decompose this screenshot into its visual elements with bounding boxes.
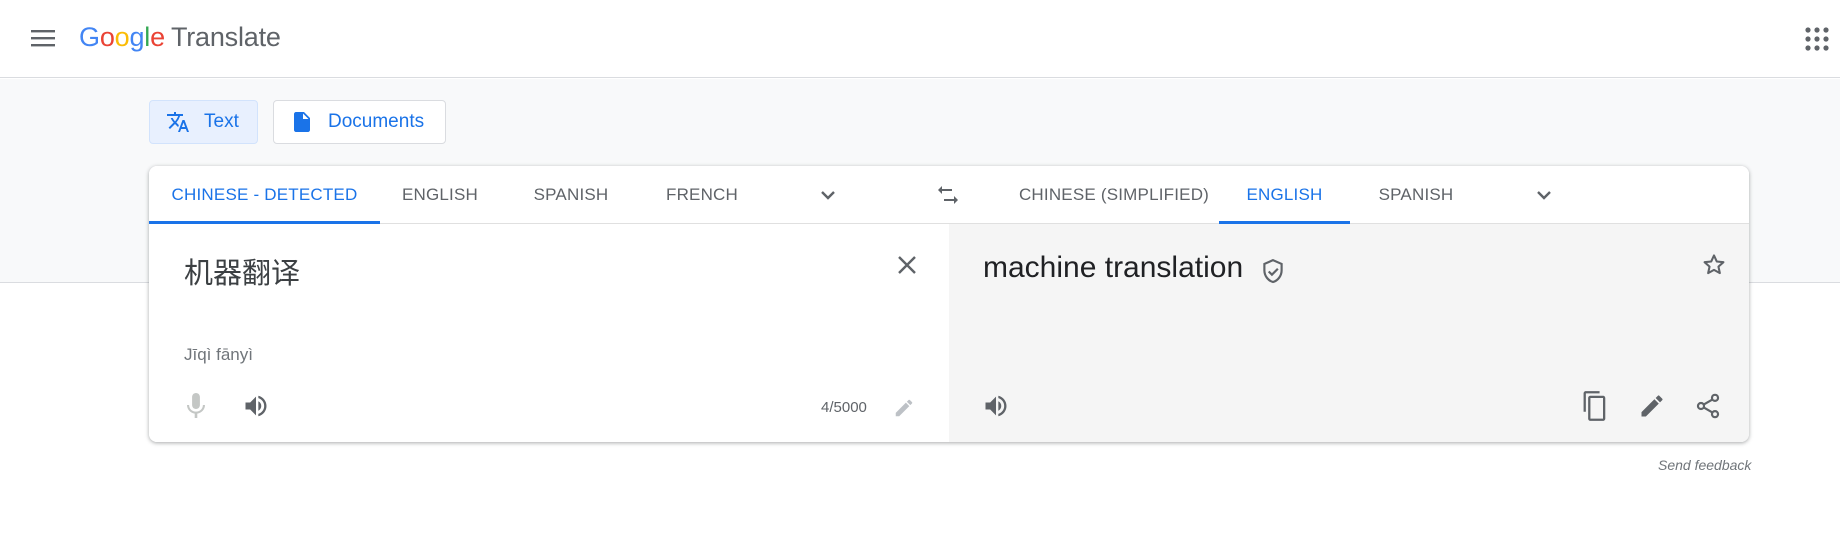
listen-translation-speaker-icon[interactable]	[982, 392, 1010, 420]
source-romanization: Jīqì fānyì	[184, 345, 253, 364]
translate-icon	[167, 112, 189, 132]
save-translation-star-icon[interactable]	[1701, 252, 1727, 278]
source-panel[interactable]: 机器翻译 Jīqì fānyì 4/5000	[149, 224, 949, 442]
hamburger-menu-icon[interactable]	[30, 27, 56, 49]
top-bar: Google Translate	[0, 0, 1840, 78]
source-lang-tab-english[interactable]: ENGLISH	[380, 166, 500, 224]
logo-letter: o	[99, 22, 115, 52]
verified-shield-icon[interactable]	[1260, 258, 1286, 286]
text-mode-label: Text	[204, 111, 239, 132]
source-lang-tab-french[interactable]: FRENCH	[642, 166, 762, 224]
copy-translation-icon[interactable]	[1581, 390, 1609, 422]
target-lang-more-chevron-down-icon[interactable]	[1532, 183, 1556, 207]
share-translation-icon[interactable]	[1694, 392, 1722, 420]
logo-letter: o	[114, 22, 130, 52]
documents-mode-button[interactable]: Documents	[273, 100, 446, 144]
google-translate-logo[interactable]: Google Translate	[79, 22, 281, 53]
target-lang-tab-spanish[interactable]: SPANISH	[1350, 166, 1482, 224]
document-icon	[294, 112, 310, 132]
edit-translation-pencil-icon[interactable]	[1638, 392, 1666, 420]
clear-source-close-icon[interactable]	[896, 254, 918, 276]
target-lang-tab-english[interactable]: ENGLISH	[1219, 166, 1350, 224]
character-count: 4/5000	[821, 399, 867, 416]
apps-grid-icon[interactable]	[1804, 26, 1830, 52]
send-feedback-link[interactable]: Send feedback	[1658, 457, 1751, 473]
source-text-input[interactable]: 机器翻译	[184, 250, 300, 292]
translation-card: CHINESE - DETECTED ENGLISH SPANISH FRENC…	[149, 166, 1749, 442]
documents-mode-label: Documents	[328, 111, 425, 132]
logo-letter: g	[129, 22, 145, 52]
source-lang-tab-spanish[interactable]: SPANISH	[500, 166, 642, 224]
product-name: Translate	[170, 22, 281, 52]
language-bar: CHINESE - DETECTED ENGLISH SPANISH FRENC…	[149, 166, 1749, 224]
microphone-icon[interactable]	[184, 392, 208, 420]
logo-letter: G	[79, 22, 100, 52]
source-lang-tab-detected[interactable]: CHINESE - DETECTED	[149, 166, 380, 224]
translated-text: machine translation	[983, 251, 1244, 284]
handwriting-pencil-icon[interactable]	[893, 397, 915, 419]
listen-source-speaker-icon[interactable]	[242, 392, 270, 420]
swap-languages-icon[interactable]	[935, 183, 961, 207]
source-lang-more-chevron-down-icon[interactable]	[816, 183, 840, 207]
logo-letter: e	[150, 22, 165, 52]
text-mode-button[interactable]: Text	[149, 100, 258, 144]
target-lang-tab-chinese-simplified[interactable]: CHINESE (SIMPLIFIED)	[1004, 166, 1224, 224]
target-panel: machine translation	[949, 224, 1749, 442]
